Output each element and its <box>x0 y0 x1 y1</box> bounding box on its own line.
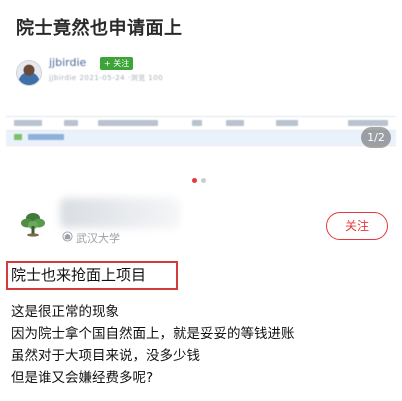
carousel-dot-active[interactable] <box>192 178 197 183</box>
page-indicator: 1/2 <box>361 127 391 148</box>
answer-line: 这是很正常的现象 <box>11 304 119 320</box>
school-name: 武汉大学 <box>76 232 120 245</box>
carousel-dot[interactable] <box>201 178 206 183</box>
user-name-blurred <box>60 198 180 228</box>
answer-line: 因为院士拿个国自然面上，就是妥妥的等钱进账 <box>11 326 295 342</box>
embedded-author-name: jjbirdie <box>49 56 87 69</box>
embedded-author-meta: jjbirdie 2021-05-24 ·浏览 100 <box>49 74 164 82</box>
image-carousel[interactable]: jjbirdie + 关注 jjbirdie 2021-05-24 ·浏览 10… <box>0 44 402 192</box>
page-title: 院士竟然也申请面上 <box>16 18 183 39</box>
embedded-table-preview <box>6 116 396 146</box>
embedded-follow-badge: + 关注 <box>100 57 134 70</box>
plant-avatar-icon <box>21 213 45 237</box>
school-icon <box>62 231 73 242</box>
follow-button[interactable]: 关注 <box>326 212 388 240</box>
answer-highlight-title: 院士也来抢面上项目 <box>11 266 147 284</box>
embedded-author-avatar <box>16 60 42 86</box>
answer-line: 虽然对于大项目来说，没多少钱 <box>11 348 200 364</box>
answer-line: 但是谁又会嫌经费多呢? <box>11 370 154 386</box>
user-avatar[interactable] <box>18 208 48 238</box>
